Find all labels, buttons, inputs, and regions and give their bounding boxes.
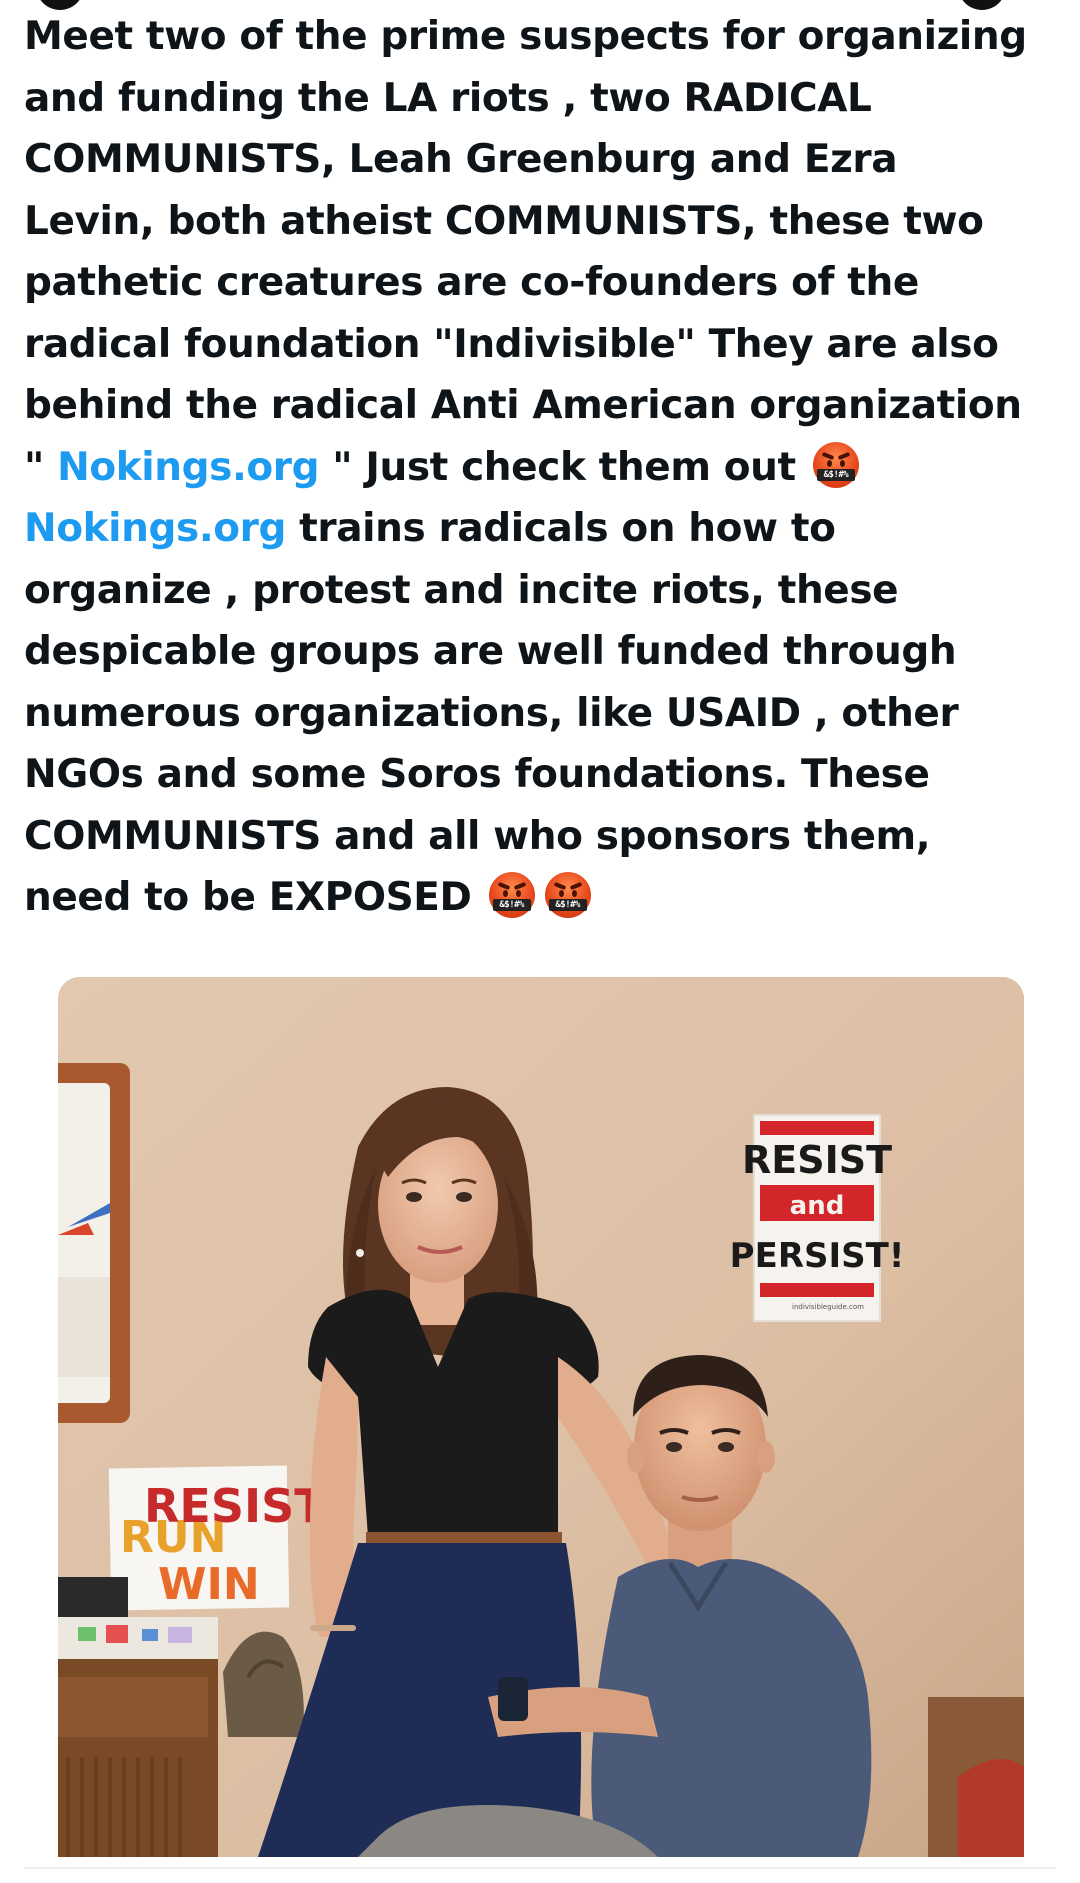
post-text-line: despicable groups are well funded throug… [24, 621, 1044, 683]
post-text-line: organize , protest and incite riots, the… [24, 560, 1044, 622]
text-segment: need to be EXPOSED [24, 875, 485, 920]
post-text-line: Levin, both atheist COMMUNISTS, these tw… [24, 191, 1044, 253]
emoji-symbols: &$!#% [816, 468, 855, 481]
text-segment: trains radicals on how to [286, 506, 836, 551]
text-segment: numerous organizations, like USAID , oth… [24, 690, 959, 736]
post-text-line: Nokings.org trains radicals on how to [24, 498, 1044, 560]
text-segment: despicable groups are well funded throug… [24, 629, 957, 674]
text-segment: pathetic creatures are co-founders of th… [24, 260, 919, 305]
emoji-symbols: &$!#% [548, 899, 587, 911]
poster-text-and: and [790, 1191, 845, 1221]
face-with-symbols-on-mouth-icon: &$!#% [488, 872, 535, 918]
background-furniture [928, 1697, 1024, 1857]
text-segment: and funding the LA riots , two RADICAL [24, 75, 872, 121]
text-segment: organize , protest and incite riots, the… [24, 567, 899, 613]
face-with-symbols-on-mouth-icon: &$!#% [544, 872, 591, 918]
poster-text-resist: RESIST [742, 1138, 892, 1182]
divider [24, 1867, 1056, 1869]
post-text-line: pathetic creatures are co-founders of th… [24, 252, 1044, 314]
link-nokings[interactable]: Nokings.org [57, 445, 319, 490]
post-text-line: and funding the LA riots , two RADICAL [24, 68, 1044, 130]
text-segment: Meet two of the prime suspects for organ… [24, 14, 1027, 59]
text-segment: radical foundation "Indivisible" They ar… [24, 321, 999, 367]
text-segment: behind the radical Anti American organiz… [24, 383, 1022, 428]
post-text-line: behind the radical Anti American organiz… [24, 375, 1044, 437]
post-text-line: radical foundation "Indivisible" They ar… [24, 314, 1044, 376]
wall-mirror [58, 1063, 130, 1423]
post-text-line: numerous organizations, like USAID , oth… [24, 683, 1044, 745]
post-text-line: need to be EXPOSED &$!#% &$!#% [24, 867, 1044, 929]
post-text: Meet two of the prime suspects for organ… [24, 6, 1044, 929]
post-text-line: COMMUNISTS, Leah Greenburg and Ezra [24, 129, 1044, 191]
post-text-line: COMMUNISTS and all who sponsors them, [24, 806, 1044, 868]
poster-footer-url: indivisibleguide.com [792, 1303, 864, 1311]
text-segment: COMMUNISTS and all who sponsors them, [24, 813, 931, 859]
bottom-strip [0, 1857, 1080, 1883]
text-segment: COMMUNISTS, Leah Greenburg and Ezra [24, 137, 898, 182]
post-photo[interactable]: RESIST and PERSIST! indivisibleguide.com… [58, 977, 1024, 1857]
text-segment: Levin, both atheist COMMUNISTS, these tw… [24, 198, 984, 244]
post-text-line: NGOs and some Soros foundations. These [24, 744, 1044, 806]
text-segment: " [24, 444, 58, 490]
post-text-line: " Nokings.org " Just check them out &$!#… [24, 437, 1044, 499]
post-text-line: Meet two of the prime suspects for organ… [24, 6, 1044, 68]
text-segment: " Just check them out [319, 444, 809, 490]
face-with-symbols-on-mouth-icon: &$!#% [812, 441, 859, 488]
poster-text-win: WIN [158, 1559, 260, 1610]
poster-text-persist: PERSIST! [730, 1236, 905, 1276]
poster-text-resist-left: RESIST [144, 1479, 326, 1533]
text-segment: NGOs and some Soros foundations. These [24, 752, 930, 797]
emoji-symbols: &$!#% [492, 899, 531, 911]
poster-resist-persist: RESIST and PERSIST! indivisibleguide.com [730, 1114, 905, 1322]
link-nokings[interactable]: Nokings.org [24, 506, 286, 551]
